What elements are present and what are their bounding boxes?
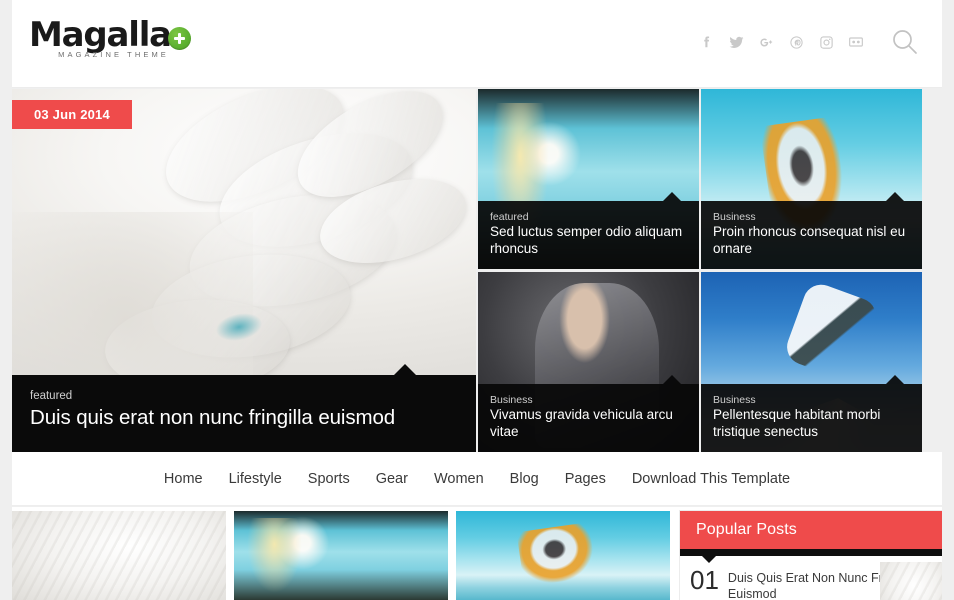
featured-tile-1[interactable]: featured Sed luctus semper odio aliquam … [478,89,699,269]
tile-2-title: Proin rhoncus consequat nisl eu ornare [713,224,906,256]
main-navigation: Home Lifestyle Sports Gear Women Blog Pa… [12,452,942,506]
hero-category: featured [30,390,73,402]
widget-accent-bar [680,549,942,563]
flickr-icon[interactable] [848,34,864,50]
nav-item-pages[interactable]: Pages [552,452,619,506]
tile-2-category: Business [713,211,756,223]
pinterest-icon[interactable] [788,34,804,50]
twitter-icon[interactable] [728,34,744,50]
popular-posts-widget: Popular Posts 01 Duis Quis Erat Non Nunc… [680,511,942,600]
post-thumbnail-1-image [12,511,226,600]
post-thumbnail-2-image [234,511,448,600]
tile-1-category: featured [490,211,529,223]
content-strip: Popular Posts 01 Duis Quis Erat Non Nunc… [12,507,942,600]
tile-4-notch-icon [886,375,904,384]
page-right-margin [942,0,954,600]
page-left-margin [0,0,12,600]
nav-item-home[interactable]: Home [151,452,216,506]
tile-4-title: Pellentesque habitant morbi tristique se… [713,407,881,439]
tile-3-title: Vivamus gravida vehicula arcu vitae [490,407,673,439]
hero-featured-post[interactable]: 03 Jun 2014 featured Duis quis erat non … [12,89,476,452]
tile-1-caption: featured Sed luctus semper odio aliquam … [478,192,699,269]
featured-tile-4[interactable]: Business Pellentesque habitant morbi tri… [701,272,922,452]
featured-section: 03 Jun 2014 featured Duis quis erat non … [12,89,942,452]
tile-4-category: Business [713,394,756,406]
tile-4-caption: Business Pellentesque habitant morbi tri… [701,375,922,452]
tile-3-caption: Business Vivamus gravida vehicula arcu v… [478,375,699,452]
tile-2-notch-icon [886,192,904,201]
popular-post-item[interactable]: 01 Duis Quis Erat Non Nunc Fringilla Eui… [680,556,942,600]
post-thumbnail-3[interactable] [456,511,670,600]
nav-item-lifestyle[interactable]: Lifestyle [216,452,295,506]
hero-caption: featured Duis quis erat non nunc fringil… [12,364,476,452]
caption-notch-icon [394,364,416,375]
tile-3-category: Business [490,394,533,406]
logo-row: Magalla [29,18,191,52]
page-root: Magalla MAGAZINE THEME 03 Jun 2014 featu… [0,0,954,600]
google-plus-icon[interactable] [758,34,774,50]
featured-grid: featured Sed luctus semper odio aliquam … [478,89,942,452]
search-icon[interactable] [890,27,920,57]
tile-1-title: Sed luctus semper odio aliquam rhoncus [490,224,683,256]
tile-1-notch-icon [663,192,681,201]
popular-posts-heading: Popular Posts [680,511,942,549]
nav-item-sports[interactable]: Sports [295,452,363,506]
nav-item-download-this-template[interactable]: Download This Template [619,452,803,506]
site-logo[interactable]: Magalla MAGAZINE THEME [29,18,191,59]
post-thumbnail-3-image [456,511,670,600]
post-thumbnails [12,511,670,600]
logo-wordmark: Magalla [29,15,172,55]
popular-post-thumbnail [880,562,942,600]
post-thumbnail-2[interactable] [234,511,448,600]
instagram-icon[interactable] [818,34,834,50]
post-thumbnail-1[interactable] [12,511,226,600]
nav-item-gear[interactable]: Gear [363,452,421,506]
nav-item-blog[interactable]: Blog [497,452,552,506]
date-badge: 03 Jun 2014 [12,100,132,129]
plus-badge-icon [167,26,191,50]
featured-tile-2[interactable]: Business Proin rhoncus consequat nisl eu… [701,89,922,269]
facebook-icon[interactable] [698,34,714,50]
nav-item-women[interactable]: Women [421,452,497,506]
popular-post-rank: 01 [690,565,719,595]
hero-title: Duis quis erat non nunc fringilla euismo… [30,406,396,429]
social-links [698,34,864,50]
site-header: Magalla MAGAZINE THEME [12,0,942,88]
featured-tile-3[interactable]: Business Vivamus gravida vehicula arcu v… [478,272,699,452]
tile-3-notch-icon [663,375,681,384]
tile-2-caption: Business Proin rhoncus consequat nisl eu… [701,192,922,269]
